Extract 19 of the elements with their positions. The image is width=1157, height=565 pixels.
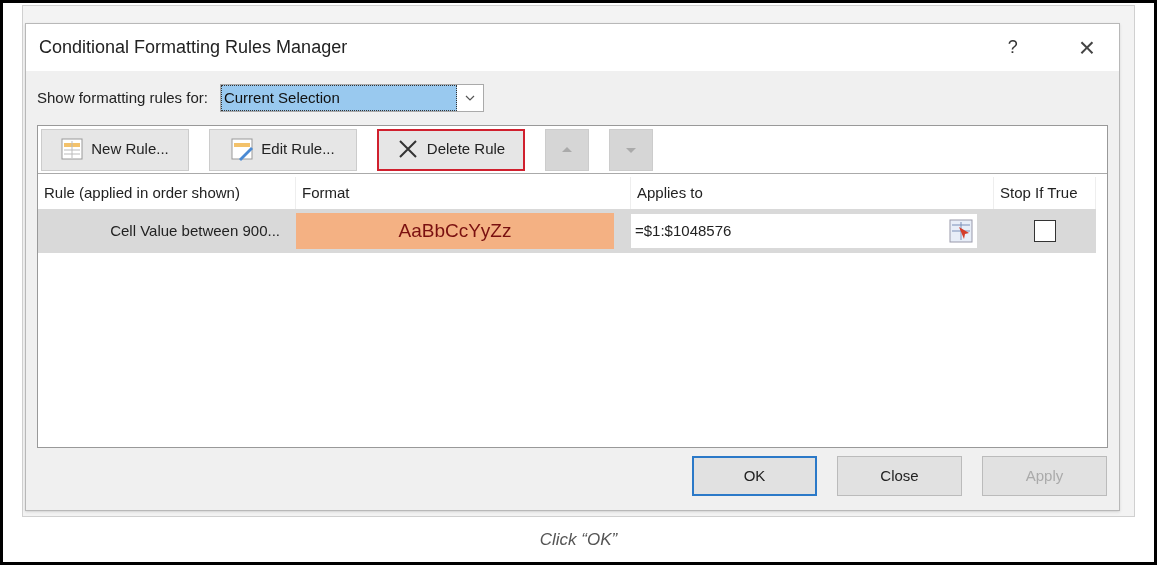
toolbar-button[interactable]: Delete Rule — [377, 128, 525, 171]
format-preview: AaBbCcYyZz — [296, 213, 614, 249]
table-pencil-icon — [231, 137, 256, 162]
caret-icon — [464, 95, 475, 101]
dialog-button[interactable]: OK — [692, 456, 817, 496]
dialog-title: Conditional Formatting Rules Manager — [39, 36, 349, 59]
help-button[interactable]: ? — [1002, 34, 1023, 61]
stop-if-true-checkbox[interactable] — [1034, 220, 1056, 242]
range-select-icon[interactable] — [949, 219, 973, 243]
field-label: Show formatting rules for: — [37, 87, 208, 108]
rule-row[interactable]: Cell Value between 900... AaBbCcYyZz =$1:$1048576 — [38, 209, 1096, 253]
rules-scope-dropdown[interactable]: Current Selection — [219, 84, 484, 112]
toolbar-button[interactable]: New Rule... — [41, 128, 189, 171]
toolbar-button[interactable]: Edit Rule... — [209, 128, 357, 171]
table-icon — [61, 137, 86, 162]
caption: Click “OK” — [539, 529, 618, 551]
dialog-button[interactable]: Close — [837, 456, 962, 496]
close-button[interactable]: × — [1078, 33, 1095, 62]
rule-cell-text: Cell Value between 900... — [109, 220, 281, 241]
